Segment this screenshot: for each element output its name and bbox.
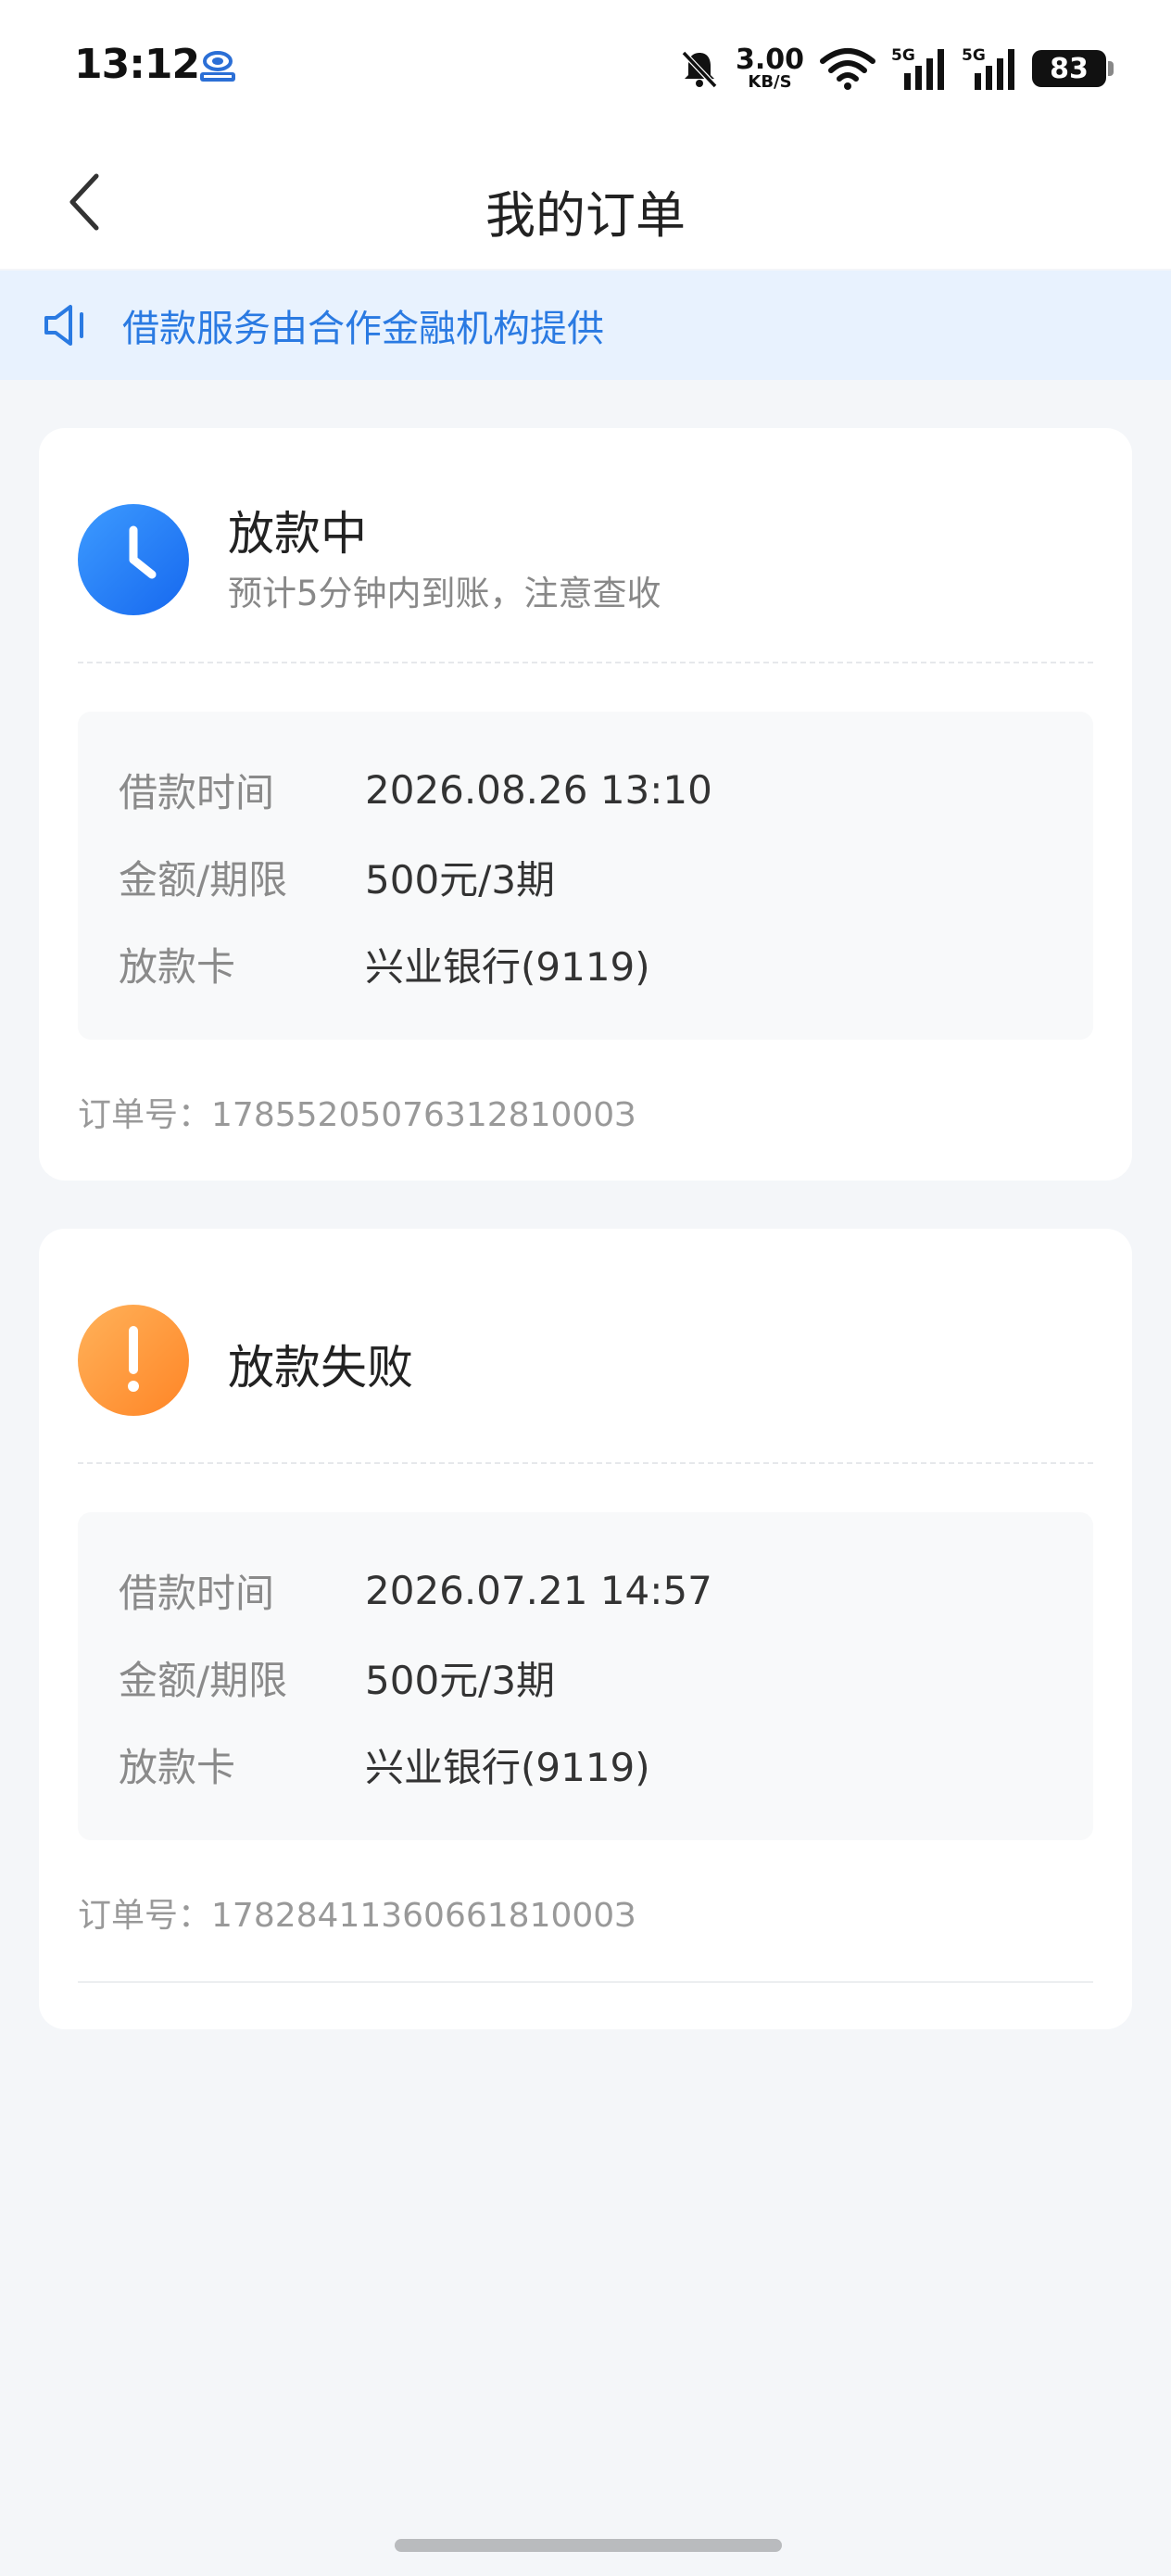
status-bar: 13:12 3.00 KB/S 5G 5G 83 [0,0,1171,139]
order-number-label: 订单号： [78,1096,212,1134]
nav-bar: 我的订单 [0,139,1171,269]
info-label: 金额/期限 [119,856,288,903]
divider [78,662,1093,663]
info-value: 兴业银行(9119) [365,943,650,990]
info-row-amount: 金额/期限 500元/3期 [119,849,1065,904]
wifi-icon [820,48,875,90]
app-notification-icon [200,51,235,82]
order-number-label: 订单号： [78,1897,212,1935]
info-label: 金额/期限 [119,1657,288,1703]
info-label: 借款时间 [119,769,275,815]
notice-banner: 借款服务由合作金融机构提供 [0,271,1171,380]
order-number-value: 1782841136066181000З [211,1897,636,1935]
status-indicators: 3.00 KB/S 5G 5G 83 [678,41,1114,96]
order-card[interactable]: 放款失败 借款时间 2026.07.21 14:57 金额/期限 500元/3期… [39,1229,1132,2029]
info-value: 2026.07.21 14:57 [365,1567,712,1613]
home-indicator[interactable] [395,2539,782,2552]
signal-5g-icon: 5G [891,46,944,90]
order-number: 订单号：1782841136066181000З [78,1888,636,1937]
speaker-icon [44,305,83,346]
info-value: 兴业银行(9119) [365,1744,650,1790]
info-row-card: 放款卡 兴业银行(9119) [119,1736,1065,1792]
order-status: 放款中 [228,507,367,561]
order-info-box: 借款时间 2026.08.26 13:10 金额/期限 500元/3期 放款卡 … [78,712,1093,1040]
info-label: 放款卡 [119,943,236,990]
signal1-label: 5G [891,46,915,65]
info-label: 借款时间 [119,1570,275,1616]
info-row-amount: 金额/期限 500元/3期 [119,1649,1065,1705]
order-status-sub: 预计5分钟内到账，注意查收 [228,574,661,613]
notice-text: 借款服务由合作金融机构提供 [122,308,604,350]
clock-icon [78,504,189,615]
page-title: 我的订单 [485,186,686,245]
order-status: 放款失败 [228,1341,413,1395]
battery-indicator: 83 [1032,50,1114,87]
net-speed: 3.00 KB/S [735,44,804,92]
order-card[interactable]: 放款中 预计5分钟内到账，注意查收 借款时间 2026.08.26 13:10 … [39,428,1132,1181]
signal2-label: 5G [962,46,986,65]
status-time: 13:12 [74,41,200,88]
order-number-value: 1785520507631281000З [211,1096,636,1134]
exclamation-icon [78,1305,189,1416]
mute-bell-icon [681,50,718,89]
info-label: 放款卡 [119,1744,236,1790]
info-row-loan-time: 借款时间 2026.08.26 13:10 [119,762,1065,817]
info-row-card: 放款卡 兴业银行(9119) [119,936,1065,991]
info-value: 2026.08.26 13:10 [365,766,712,813]
info-row-loan-time: 借款时间 2026.07.21 14:57 [119,1562,1065,1618]
signal-5g-icon-2: 5G [962,46,1014,90]
card-bottom-divider [78,1981,1093,1983]
info-value: 500元/3期 [365,856,556,903]
order-number: 订单号：1785520507631281000З [78,1088,636,1136]
info-value: 500元/3期 [365,1657,556,1703]
order-info-box: 借款时间 2026.07.21 14:57 金额/期限 500元/3期 放款卡 … [78,1512,1093,1840]
divider [78,1462,1093,1464]
